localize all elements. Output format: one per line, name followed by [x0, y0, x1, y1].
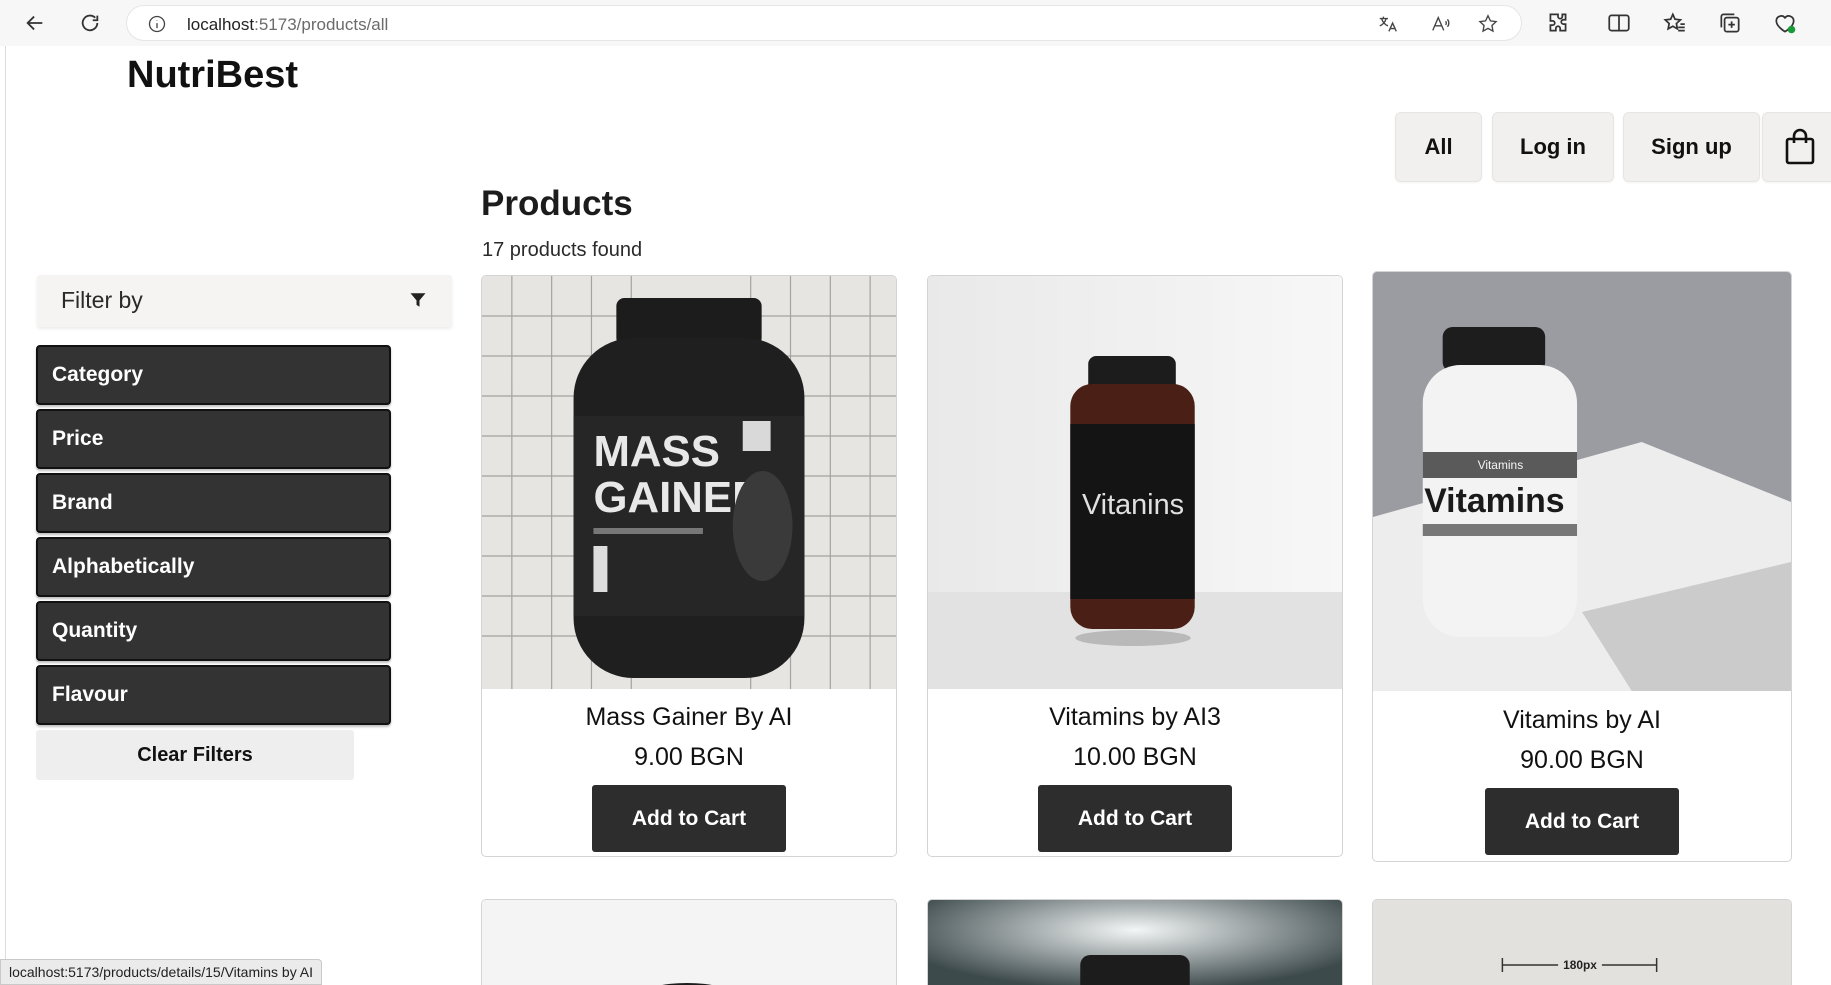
filter-header-label: Filter by — [61, 287, 143, 313]
product-card[interactable] — [481, 899, 897, 985]
product-price: 9.00 BGN — [634, 743, 744, 771]
brand-logo[interactable]: NutriBest — [127, 54, 298, 97]
nav-login-button[interactable]: Log in — [1492, 112, 1614, 182]
product-image[interactable]: Vitamins Vitamins — [1373, 272, 1791, 691]
browser-essentials-icon[interactable] — [1772, 10, 1798, 36]
add-to-cart-button[interactable]: Add to Cart — [1038, 785, 1232, 852]
product-label-text: Vitanins — [1082, 489, 1184, 521]
filter-header[interactable]: Filter by — [37, 275, 452, 327]
product-name[interactable]: Vitamins by AI — [1373, 706, 1791, 735]
add-to-cart-button[interactable]: Add to Cart — [592, 785, 786, 852]
status-bar-url: localhost:5173/products/details/15/Vitam… — [0, 959, 323, 985]
translate-icon[interactable] — [1377, 13, 1399, 35]
filter-price-button[interactable]: Price — [36, 409, 391, 469]
url-text[interactable]: localhost:5173/products/all — [187, 15, 388, 35]
filter-alphabetically-button[interactable]: Alphabetically — [36, 537, 391, 597]
address-bar[interactable]: localhost:5173/products/all — [126, 5, 1522, 41]
product-label-small-text: Vitamins — [1478, 458, 1524, 472]
filter-brand-button[interactable]: Brand — [36, 473, 391, 533]
info-icon[interactable] — [147, 14, 167, 34]
product-image[interactable]: 180px — [1373, 900, 1791, 985]
collections-icon[interactable] — [1717, 10, 1743, 36]
clear-filters-button[interactable]: Clear Filters — [36, 730, 354, 780]
product-image[interactable] — [928, 900, 1342, 985]
add-to-cart-button[interactable]: Add to Cart — [1485, 788, 1679, 855]
filter-category-button[interactable]: Category — [36, 345, 391, 405]
product-image[interactable]: MASS GAINER — [482, 276, 896, 689]
favorites-icon[interactable] — [1662, 10, 1688, 36]
product-card[interactable]: Vitanins Vitamins by AI3 10.00 BGN Add t… — [927, 275, 1343, 857]
read-aloud-icon[interactable] — [1430, 13, 1452, 35]
product-card[interactable]: 180px — [1372, 899, 1792, 985]
product-card[interactable]: MASS GAINER Mass Gainer By AI 9.00 BGN A… — [481, 275, 897, 857]
product-label-text: Vitamins — [1424, 482, 1564, 520]
product-card[interactable]: Vitamins Vitamins Vitamins by AI 90.00 B… — [1372, 271, 1792, 862]
product-card[interactable] — [927, 899, 1343, 985]
product-label-text-line1: MASS — [593, 427, 719, 476]
product-name[interactable]: Mass Gainer By AI — [482, 703, 896, 732]
extensions-icon[interactable] — [1545, 10, 1571, 36]
product-price: 90.00 BGN — [1520, 746, 1644, 774]
refresh-icon[interactable] — [75, 8, 105, 38]
page-title: Products — [481, 184, 633, 223]
page: NutriBest All Log in Sign up Products 17… — [5, 46, 1831, 985]
nav-all-button[interactable]: All — [1395, 112, 1482, 182]
product-image[interactable]: Vitanins — [928, 276, 1342, 689]
filter-funnel-icon[interactable] — [409, 291, 427, 309]
dimension-label: 180px — [1563, 958, 1597, 972]
filter-quantity-button[interactable]: Quantity — [36, 601, 391, 661]
product-image[interactable] — [482, 900, 896, 985]
shopping-bag-icon — [1785, 128, 1814, 165]
product-price: 10.00 BGN — [1073, 743, 1197, 771]
back-icon[interactable] — [20, 8, 50, 38]
split-screen-icon[interactable] — [1606, 10, 1632, 36]
browser-toolbar: localhost:5173/products/all — [0, 0, 1831, 46]
favorite-star-icon[interactable] — [1477, 13, 1499, 35]
product-name[interactable]: Vitamins by AI3 — [928, 703, 1342, 732]
results-count: 17 products found — [482, 239, 643, 261]
filter-flavour-button[interactable]: Flavour — [36, 665, 391, 725]
nav-signup-button[interactable]: Sign up — [1623, 112, 1760, 182]
cart-button[interactable] — [1762, 112, 1831, 182]
